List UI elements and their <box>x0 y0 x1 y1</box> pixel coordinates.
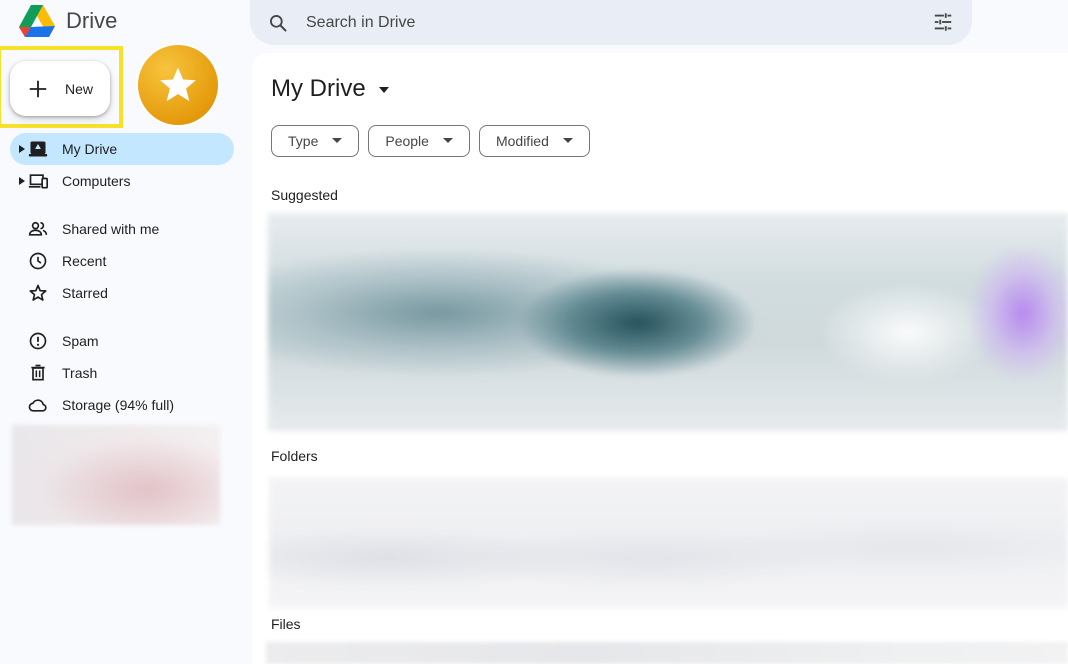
files-blurred[interactable] <box>266 642 1068 664</box>
chevron-down-icon <box>562 138 573 143</box>
section-suggested: Suggested <box>271 187 338 203</box>
search-input[interactable]: Search in Drive <box>306 14 415 32</box>
star-badge <box>138 45 218 125</box>
section-files: Files <box>271 616 301 632</box>
filter-type[interactable]: Type <box>271 125 360 157</box>
expand-arrow-icon[interactable] <box>19 145 25 153</box>
search-options-icon[interactable] <box>932 11 954 33</box>
page-title-text: My Drive <box>271 75 366 102</box>
filter-label: Modified <box>495 133 549 149</box>
search-bar[interactable]: Search in Drive <box>250 0 972 45</box>
people-icon <box>28 221 48 236</box>
sidebar-item-label: Starred <box>62 285 108 301</box>
sidebar-item-label: Computers <box>62 173 131 189</box>
storage-meter-blurred <box>12 425 220 525</box>
new-button-label: New <box>65 80 94 97</box>
filter-people[interactable]: People <box>368 125 470 157</box>
clock-icon <box>29 252 47 270</box>
sidebar-item-label: Recent <box>62 253 107 269</box>
sidebar-item-label: Trash <box>62 365 98 381</box>
computers-icon <box>28 174 48 189</box>
filter-chips: Type People Modified <box>271 125 599 157</box>
sidebar-item-recent[interactable]: Recent <box>10 245 234 277</box>
chevron-down-icon <box>332 138 343 143</box>
sidebar-item-label: Storage (94% full) <box>62 397 175 413</box>
filter-label: People <box>385 133 429 149</box>
sidebar-item-label: Spam <box>62 333 99 349</box>
main-content: My Drive Type People Modified Suggested … <box>252 53 1068 664</box>
chevron-down-icon <box>442 138 453 143</box>
suggested-files-blurred[interactable] <box>268 213 1068 431</box>
my-drive-icon <box>28 141 48 157</box>
sidebar-nav: My Drive Computers Shared with me Recent… <box>10 133 234 421</box>
expand-arrow-icon[interactable] <box>19 177 25 185</box>
drive-app: Drive Search in Drive New My Drive Compu… <box>0 0 1068 664</box>
sidebar-item-spam[interactable]: Spam <box>10 325 234 357</box>
trash-icon <box>31 364 45 381</box>
sidebar-item-label: Shared with me <box>62 221 160 237</box>
sidebar-item-computers[interactable]: Computers <box>10 165 234 197</box>
drive-logo[interactable]: Drive <box>18 2 117 40</box>
spam-icon <box>29 332 47 350</box>
new-button[interactable]: New <box>10 61 110 116</box>
sidebar-item-storage[interactable]: Storage (94% full) <box>10 389 234 421</box>
sidebar-item-my-drive[interactable]: My Drive <box>10 133 234 165</box>
filter-modified[interactable]: Modified <box>478 125 590 157</box>
search-icon[interactable] <box>268 13 288 33</box>
filter-label: Type <box>288 133 319 149</box>
star-outline-icon <box>29 284 47 301</box>
dropdown-arrow-icon <box>378 87 389 93</box>
sidebar-item-label: My Drive <box>62 141 118 157</box>
sidebar-item-trash[interactable]: Trash <box>10 357 234 389</box>
page-title[interactable]: My Drive <box>271 75 390 103</box>
plus-icon <box>29 80 47 97</box>
sidebar-item-shared-with-me[interactable]: Shared with me <box>10 213 234 245</box>
cloud-icon <box>28 399 47 412</box>
star-icon <box>160 67 196 102</box>
drive-logo-icon <box>19 5 55 37</box>
sidebar-item-starred[interactable]: Starred <box>10 277 234 309</box>
folders-blurred[interactable] <box>269 478 1068 608</box>
app-name: Drive <box>66 8 118 33</box>
section-folders: Folders <box>271 448 318 464</box>
